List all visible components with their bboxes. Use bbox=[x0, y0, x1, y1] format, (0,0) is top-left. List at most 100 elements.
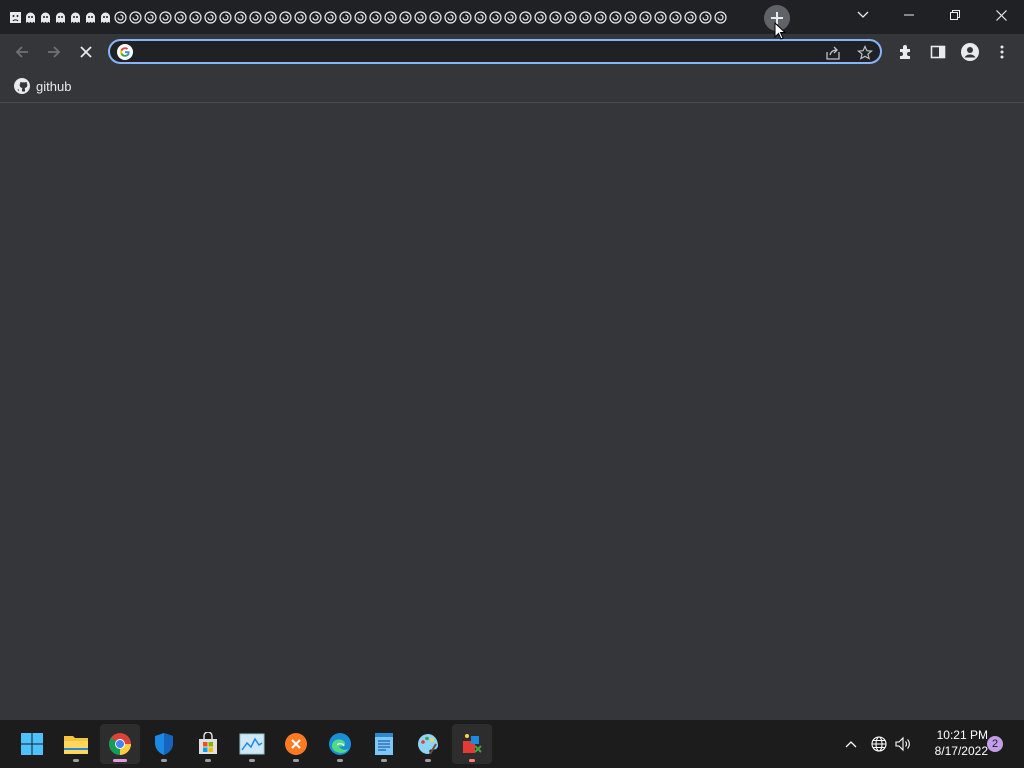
tab-42[interactable] bbox=[623, 10, 638, 25]
side-panel-button[interactable] bbox=[924, 38, 952, 66]
tab-4[interactable] bbox=[53, 10, 68, 25]
tab-1[interactable] bbox=[8, 10, 23, 25]
ghost-icon bbox=[101, 12, 110, 23]
spiral-icon bbox=[459, 10, 472, 24]
tab-16[interactable] bbox=[233, 10, 248, 25]
tab-35[interactable] bbox=[518, 10, 533, 25]
stop-loading-button[interactable] bbox=[72, 38, 100, 66]
tab-8[interactable] bbox=[113, 10, 128, 25]
tab-10[interactable] bbox=[143, 10, 158, 25]
tab-20[interactable] bbox=[293, 10, 308, 25]
tab-48[interactable] bbox=[713, 10, 728, 25]
close-window-button[interactable] bbox=[978, 0, 1024, 30]
bookmark-star-button[interactable] bbox=[856, 44, 874, 62]
taskbar-windows-security[interactable] bbox=[144, 724, 184, 764]
tab-36[interactable] bbox=[533, 10, 548, 25]
extensions-button[interactable] bbox=[892, 38, 920, 66]
taskbar-edge[interactable] bbox=[320, 724, 360, 764]
tab-31[interactable] bbox=[458, 10, 473, 25]
taskbar-app[interactable] bbox=[452, 724, 492, 764]
tab-15[interactable] bbox=[218, 10, 233, 25]
tab-7[interactable] bbox=[98, 10, 113, 25]
chevron-up-icon bbox=[845, 741, 857, 748]
tab-12[interactable] bbox=[173, 10, 188, 25]
tab-3[interactable] bbox=[38, 10, 53, 25]
menu-button[interactable] bbox=[988, 38, 1016, 66]
restore-icon bbox=[950, 10, 960, 20]
tab-21[interactable] bbox=[308, 10, 323, 25]
spiral-icon bbox=[534, 10, 547, 24]
spiral-icon bbox=[609, 10, 622, 24]
bookmark-github[interactable]: github bbox=[10, 76, 75, 96]
tab-32[interactable] bbox=[473, 10, 488, 25]
tab-9[interactable] bbox=[128, 10, 143, 25]
taskbar-file-explorer[interactable] bbox=[56, 724, 96, 764]
minimize-button[interactable] bbox=[886, 0, 932, 30]
spiral-icon bbox=[129, 10, 142, 24]
tab-30[interactable] bbox=[443, 10, 458, 25]
tab-39[interactable] bbox=[578, 10, 593, 25]
back-button[interactable] bbox=[8, 38, 36, 66]
tab-25[interactable] bbox=[368, 10, 383, 25]
tab-17[interactable] bbox=[248, 10, 263, 25]
tab-5[interactable] bbox=[68, 10, 83, 25]
running-indicator bbox=[337, 759, 343, 762]
tab-47[interactable] bbox=[698, 10, 713, 25]
taskbar-chrome[interactable] bbox=[100, 724, 140, 764]
spiral-icon bbox=[639, 10, 652, 24]
address-input[interactable] bbox=[142, 43, 806, 63]
tab-29[interactable] bbox=[428, 10, 443, 25]
tab-11[interactable] bbox=[158, 10, 173, 25]
network-button[interactable] bbox=[868, 732, 890, 756]
person-icon bbox=[961, 43, 979, 61]
tab-13[interactable] bbox=[188, 10, 203, 25]
taskbar-task-manager[interactable] bbox=[232, 724, 272, 764]
taskbar-microsoft-store[interactable] bbox=[188, 724, 228, 764]
tab-34[interactable] bbox=[503, 10, 518, 25]
tab-28[interactable] bbox=[413, 10, 428, 25]
tab-40[interactable] bbox=[593, 10, 608, 25]
spiral-icon bbox=[429, 10, 442, 24]
tab-38[interactable] bbox=[563, 10, 578, 25]
tab-search-button[interactable] bbox=[850, 3, 876, 27]
tab-46[interactable] bbox=[683, 10, 698, 25]
bookmark-label: github bbox=[36, 78, 72, 94]
tab-33[interactable] bbox=[488, 10, 503, 25]
taskbar-paint[interactable] bbox=[408, 724, 448, 764]
profile-button[interactable] bbox=[956, 38, 984, 66]
tab-43[interactable] bbox=[638, 10, 653, 25]
tab-18[interactable] bbox=[263, 10, 278, 25]
taskbar-notepad[interactable] bbox=[364, 724, 404, 764]
share-button[interactable] bbox=[824, 44, 842, 62]
tab-2[interactable] bbox=[23, 10, 38, 25]
github-icon bbox=[14, 78, 30, 94]
volume-button[interactable] bbox=[892, 732, 914, 756]
minimize-icon bbox=[904, 14, 914, 16]
clock[interactable]: 10:21 PM 8/17/2022 bbox=[918, 727, 988, 759]
spiral-icon bbox=[474, 10, 487, 24]
notification-badge[interactable]: 2 bbox=[987, 736, 1003, 752]
running-indicator bbox=[293, 759, 299, 762]
tab-23[interactable] bbox=[338, 10, 353, 25]
spiral-icon bbox=[234, 10, 247, 24]
start-button[interactable] bbox=[12, 724, 52, 764]
tab-6[interactable] bbox=[83, 10, 98, 25]
restore-button[interactable] bbox=[932, 0, 978, 30]
tab-41[interactable] bbox=[608, 10, 623, 25]
tab-37[interactable] bbox=[548, 10, 563, 25]
ghost-icon bbox=[56, 12, 65, 23]
address-bar[interactable] bbox=[108, 39, 882, 64]
tab-14[interactable] bbox=[203, 10, 218, 25]
tab-22[interactable] bbox=[323, 10, 338, 25]
taskbar-xampp[interactable] bbox=[276, 724, 316, 764]
show-hidden-icons-button[interactable] bbox=[840, 732, 862, 756]
tab-24[interactable] bbox=[353, 10, 368, 25]
tab-45[interactable] bbox=[668, 10, 683, 25]
mouse-cursor-icon bbox=[774, 22, 786, 40]
tab-26[interactable] bbox=[383, 10, 398, 25]
spiral-icon bbox=[684, 10, 697, 24]
forward-button[interactable] bbox=[40, 38, 68, 66]
tab-44[interactable] bbox=[653, 10, 668, 25]
tab-27[interactable] bbox=[398, 10, 413, 25]
tab-19[interactable] bbox=[278, 10, 293, 25]
